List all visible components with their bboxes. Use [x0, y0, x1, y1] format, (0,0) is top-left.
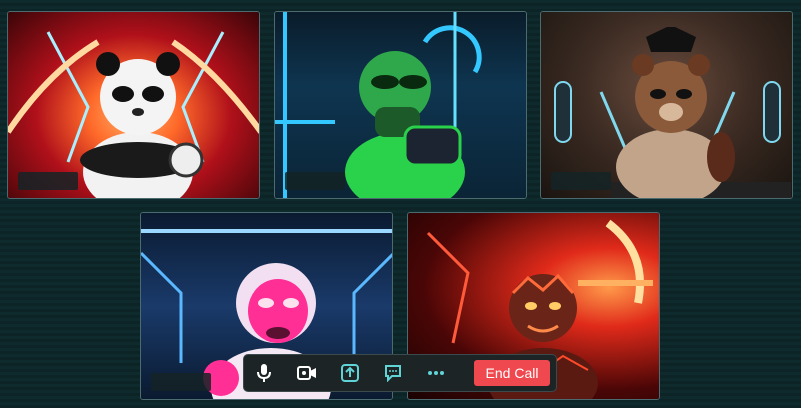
panda-avatar: [68, 42, 208, 198]
participant-tile-brown-bear[interactable]: [540, 11, 793, 199]
green-hero-avatar: [335, 32, 475, 198]
more-icon: [428, 371, 444, 375]
more-options-button[interactable]: [422, 359, 450, 387]
participant-name-tag: [285, 172, 345, 190]
camera-icon: [297, 366, 316, 380]
share-screen-button[interactable]: [336, 359, 364, 387]
participant-tile-green-hero[interactable]: [274, 11, 527, 199]
participant-name-tag: [151, 373, 211, 391]
microphone-icon: [257, 364, 271, 382]
participant-name-tag: [551, 172, 611, 190]
chat-icon: [385, 365, 401, 382]
call-control-bar: End Call: [243, 354, 557, 392]
brown-bear-avatar: [601, 27, 741, 198]
share-screen-icon: [341, 364, 359, 382]
participant-name-tag: [18, 172, 78, 190]
participant-tile-panda[interactable]: [7, 11, 260, 199]
microphone-button[interactable]: [250, 359, 278, 387]
end-call-button[interactable]: End Call: [474, 360, 550, 386]
camera-button[interactable]: [293, 359, 321, 387]
chat-button[interactable]: [379, 359, 407, 387]
